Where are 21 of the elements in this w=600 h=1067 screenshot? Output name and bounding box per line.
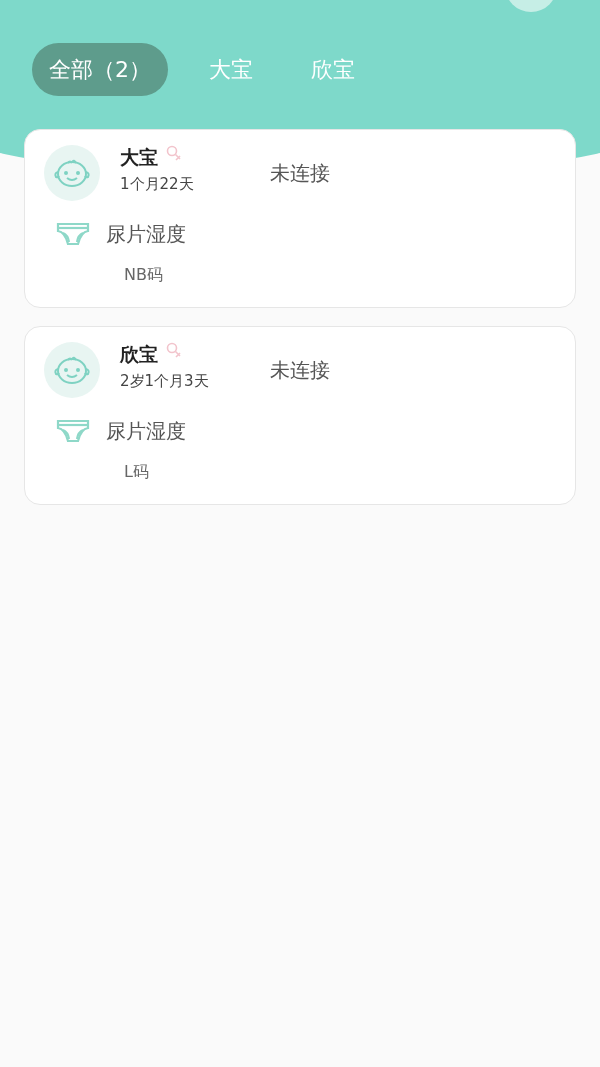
diaper-icon (56, 221, 90, 247)
baby-age: 2岁1个月3天 (120, 371, 210, 392)
tab[interactable]: 欣宝 (294, 43, 372, 96)
baby-face-icon (52, 355, 92, 385)
baby-face-icon (52, 158, 92, 188)
diaper-size: L码 (124, 461, 150, 483)
baby-card[interactable]: 大宝 1个月22天 未连接 尿片湿度 NB码 (24, 129, 576, 308)
diaper-icon (56, 418, 90, 444)
baby-age: 1个月22天 (120, 174, 195, 195)
connection-status: 未连接 (270, 160, 330, 187)
baby-name: 大宝 (120, 145, 158, 169)
diaper-size: NB码 (124, 264, 164, 286)
baby-name: 欣宝 (120, 342, 158, 366)
tab[interactable]: 全部（2） (32, 43, 168, 96)
connection-status: 未连接 (270, 357, 330, 384)
female-icon (166, 145, 182, 163)
metric-label: 尿片湿度 (106, 418, 186, 445)
metric-label: 尿片湿度 (106, 221, 186, 248)
female-icon (166, 342, 182, 360)
baby-card[interactable]: 欣宝 2岁1个月3天 未连接 尿片湿度 L码 (24, 326, 576, 505)
tab[interactable]: 大宝 (192, 43, 270, 96)
